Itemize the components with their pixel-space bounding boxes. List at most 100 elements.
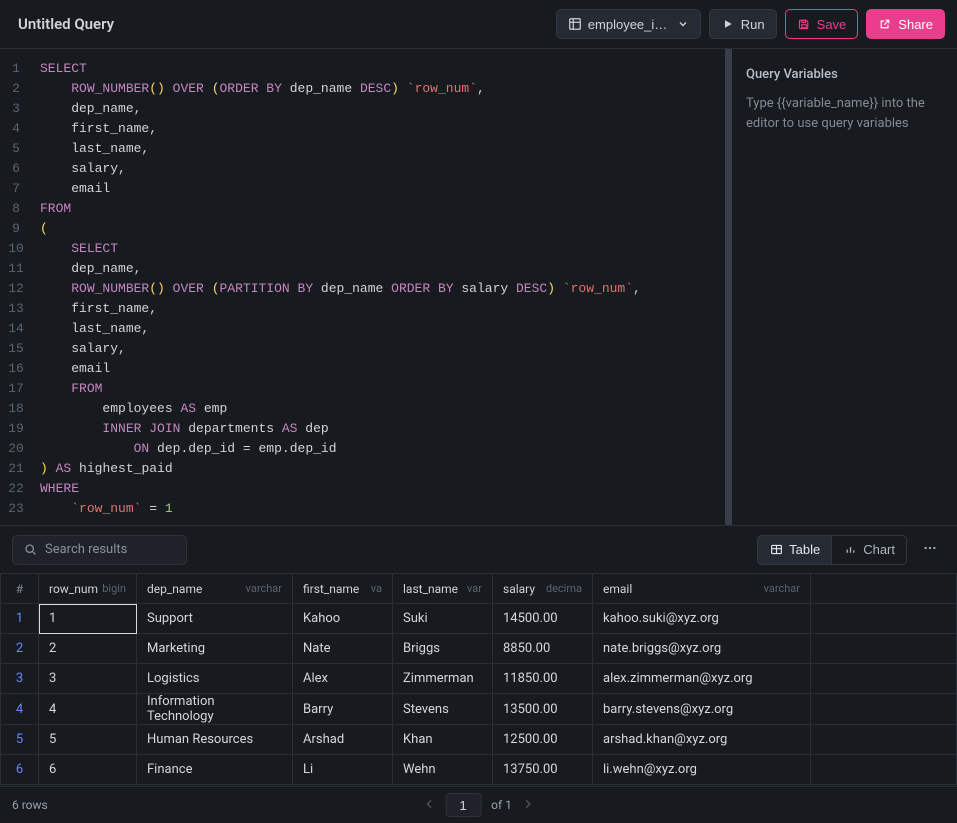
cell[interactable]: 14500.00 xyxy=(493,604,593,634)
cell[interactable]: Alex xyxy=(293,664,393,694)
cell[interactable]: barry.stevens@xyz.org xyxy=(593,694,811,725)
cell[interactable]: 3 xyxy=(39,664,137,694)
cell[interactable]: Suki xyxy=(393,604,493,634)
database-selector[interactable]: employee_inform… xyxy=(556,9,701,39)
column-header[interactable]: row_numbigin xyxy=(39,574,137,604)
cell[interactable]: Support xyxy=(137,604,293,634)
code-line[interactable]: salary, xyxy=(40,159,717,179)
code-line[interactable]: SELECT xyxy=(40,239,717,259)
sql-editor[interactable]: 1234567891011121314151617181920212223 SE… xyxy=(0,49,732,525)
code-line[interactable]: email xyxy=(40,359,717,379)
code-line[interactable]: first_name, xyxy=(40,299,717,319)
cell[interactable]: Arshad xyxy=(293,725,393,755)
cell[interactable]: 5 xyxy=(39,725,137,755)
code-line[interactable]: email xyxy=(40,179,717,199)
cell[interactable]: 12500.00 xyxy=(493,725,593,755)
cell[interactable]: Wehn xyxy=(393,755,493,785)
cell[interactable]: li.wehn@xyz.org xyxy=(593,755,811,785)
cell[interactable]: 13750.00 xyxy=(493,755,593,785)
row-index[interactable]: 1 xyxy=(1,604,39,634)
table-view-tab[interactable]: Table xyxy=(757,535,832,565)
cell[interactable]: Briggs xyxy=(393,634,493,664)
row-index[interactable]: 2 xyxy=(1,634,39,664)
run-button[interactable]: Run xyxy=(709,9,777,39)
results-table-wrap[interactable]: #row_numbigindep_namevarcharfirst_nameva… xyxy=(0,573,957,786)
cell[interactable]: 1 xyxy=(39,604,137,634)
cell[interactable]: Khan xyxy=(393,725,493,755)
cell[interactable]: 11850.00 xyxy=(493,664,593,694)
cell[interactable]: Barry xyxy=(293,694,393,725)
code-line[interactable]: SELECT xyxy=(40,59,717,79)
cell[interactable]: alex.zimmerman@xyz.org xyxy=(593,664,811,694)
cell[interactable]: 13500.00 xyxy=(493,694,593,725)
table-row[interactable]: 55Human ResourcesArshadKhan12500.00arsha… xyxy=(1,725,957,755)
code-line[interactable]: dep_name, xyxy=(40,99,717,119)
code-line[interactable]: FROM xyxy=(40,199,717,219)
cell[interactable]: nate.briggs@xyz.org xyxy=(593,634,811,664)
code-line[interactable]: last_name, xyxy=(40,139,717,159)
row-index[interactable]: 4 xyxy=(1,694,39,725)
code-line[interactable]: `row_num` = 1 xyxy=(40,499,717,519)
code-line[interactable]: ) AS highest_paid xyxy=(40,459,717,479)
code-line[interactable]: salary, xyxy=(40,339,717,359)
column-header[interactable]: emailvarchar xyxy=(593,574,811,604)
table-row[interactable]: 33LogisticsAlexZimmerman11850.00alex.zim… xyxy=(1,664,957,694)
code-line[interactable]: ( xyxy=(40,219,717,239)
search-placeholder: Search results xyxy=(45,542,127,557)
cell[interactable]: Logistics xyxy=(137,664,293,694)
row-index[interactable]: 6 xyxy=(1,755,39,785)
cell[interactable]: Kahoo xyxy=(293,604,393,634)
code-line[interactable]: ON dep.dep_id = emp.dep_id xyxy=(40,439,717,459)
line-number: 1 xyxy=(0,59,32,79)
cell[interactable]: 2 xyxy=(39,634,137,664)
cell[interactable]: Finance xyxy=(137,755,293,785)
code-line[interactable]: FROM xyxy=(40,379,717,399)
cell[interactable]: Nate xyxy=(293,634,393,664)
column-header[interactable]: first_nameva xyxy=(293,574,393,604)
save-button[interactable]: Save xyxy=(785,9,859,39)
query-title[interactable]: Untitled Query xyxy=(12,15,114,33)
code-line[interactable]: INNER JOIN departments AS dep xyxy=(40,419,717,439)
code-line[interactable]: first_name, xyxy=(40,119,717,139)
row-index[interactable]: 3 xyxy=(1,664,39,694)
code-line[interactable]: ROW_NUMBER() OVER (ORDER BY dep_name DES… xyxy=(40,79,717,99)
column-header[interactable]: salarydecima xyxy=(493,574,593,604)
share-button[interactable]: Share xyxy=(866,9,945,39)
line-number: 15 xyxy=(0,339,32,359)
cell[interactable]: 4 xyxy=(39,694,137,725)
table-row[interactable]: 11SupportKahooSuki14500.00kahoo.suki@xyz… xyxy=(1,604,957,634)
next-page-button[interactable] xyxy=(522,798,534,813)
cell[interactable]: Marketing xyxy=(137,634,293,664)
code-line[interactable]: dep_name, xyxy=(40,259,717,279)
row-index[interactable]: 5 xyxy=(1,725,39,755)
code-line[interactable]: WHERE xyxy=(40,479,717,499)
table-row[interactable]: 66FinanceLiWehn13750.00li.wehn@xyz.org xyxy=(1,755,957,785)
column-header[interactable]: last_namevar xyxy=(393,574,493,604)
cell[interactable]: Human Resources xyxy=(137,725,293,755)
cell[interactable]: Li xyxy=(293,755,393,785)
table-row[interactable]: 22MarketingNateBriggs8850.00nate.briggs@… xyxy=(1,634,957,664)
cell[interactable]: kahoo.suki@xyz.org xyxy=(593,604,811,634)
chart-tab-label: Chart xyxy=(863,542,895,557)
cell[interactable]: Zimmerman xyxy=(393,664,493,694)
line-number: 18 xyxy=(0,399,32,419)
column-header[interactable]: dep_namevarchar xyxy=(137,574,293,604)
cell[interactable]: arshad.khan@xyz.org xyxy=(593,725,811,755)
cell[interactable]: 8850.00 xyxy=(493,634,593,664)
cell[interactable]: Information Technology xyxy=(137,694,293,725)
table-row[interactable]: 44Information TechnologyBarryStevens1350… xyxy=(1,694,957,725)
more-button[interactable] xyxy=(915,535,945,565)
chart-view-tab[interactable]: Chart xyxy=(832,535,907,565)
code-line[interactable]: last_name, xyxy=(40,319,717,339)
column-header[interactable]: # xyxy=(1,574,39,604)
prev-page-button[interactable] xyxy=(423,798,435,813)
code-line[interactable]: employees AS emp xyxy=(40,399,717,419)
cell[interactable]: 6 xyxy=(39,755,137,785)
cell[interactable]: Stevens xyxy=(393,694,493,725)
code-area[interactable]: SELECT ROW_NUMBER() OVER (ORDER BY dep_n… xyxy=(32,49,725,525)
page-input[interactable] xyxy=(445,793,481,817)
toolbar: employee_inform… Run Save Share xyxy=(556,9,945,39)
code-line[interactable]: ROW_NUMBER() OVER (PARTITION BY dep_name… xyxy=(40,279,717,299)
search-input[interactable]: Search results xyxy=(12,535,187,565)
scrollbar[interactable] xyxy=(725,49,732,525)
